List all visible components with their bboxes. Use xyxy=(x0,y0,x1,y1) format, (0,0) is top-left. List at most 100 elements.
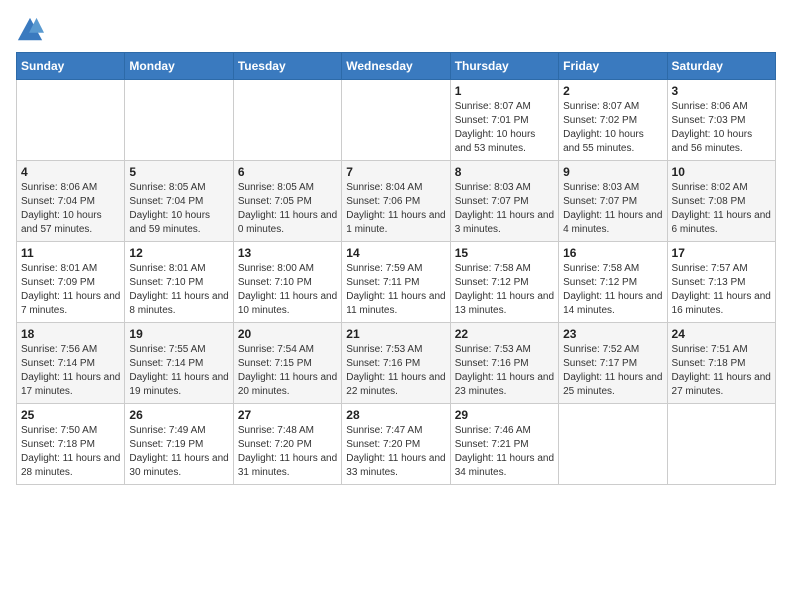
day-info: Sunrise: 7:53 AMSunset: 7:16 PMDaylight:… xyxy=(346,343,445,399)
day-number: 28 xyxy=(346,408,445,422)
weekday-header-wednesday: Wednesday xyxy=(342,53,450,80)
day-info: Sunrise: 7:51 AMSunset: 7:18 PMDaylight:… xyxy=(672,343,771,399)
calendar-week-row: 18 Sunrise: 7:56 AMSunset: 7:14 PMDayligh… xyxy=(17,323,776,404)
day-number: 18 xyxy=(21,327,120,341)
day-number: 4 xyxy=(21,165,120,179)
calendar-cell xyxy=(233,80,341,161)
day-info: Sunrise: 8:01 AMSunset: 7:09 PMDaylight:… xyxy=(21,262,120,318)
day-info: Sunrise: 7:47 AMSunset: 7:20 PMDaylight:… xyxy=(346,424,445,480)
day-info: Sunrise: 8:05 AMSunset: 7:04 PMDaylight:… xyxy=(129,181,228,237)
day-info: Sunrise: 8:06 AMSunset: 7:03 PMDaylight:… xyxy=(672,100,771,156)
day-info: Sunrise: 7:48 AMSunset: 7:20 PMDaylight:… xyxy=(238,424,337,480)
calendar-cell: 14 Sunrise: 7:59 AMSunset: 7:11 PMDayligh… xyxy=(342,242,450,323)
day-info: Sunrise: 7:59 AMSunset: 7:11 PMDaylight:… xyxy=(346,262,445,318)
day-number: 13 xyxy=(238,246,337,260)
day-number: 8 xyxy=(455,165,554,179)
day-number: 29 xyxy=(455,408,554,422)
logo xyxy=(16,16,48,44)
day-info: Sunrise: 7:54 AMSunset: 7:15 PMDaylight:… xyxy=(238,343,337,399)
weekday-header-friday: Friday xyxy=(559,53,667,80)
calendar-cell: 7 Sunrise: 8:04 AMSunset: 7:06 PMDaylight… xyxy=(342,161,450,242)
day-info: Sunrise: 8:07 AMSunset: 7:02 PMDaylight:… xyxy=(563,100,662,156)
day-info: Sunrise: 8:05 AMSunset: 7:05 PMDaylight:… xyxy=(238,181,337,237)
day-number: 12 xyxy=(129,246,228,260)
calendar-cell: 21 Sunrise: 7:53 AMSunset: 7:16 PMDayligh… xyxy=(342,323,450,404)
day-info: Sunrise: 7:49 AMSunset: 7:19 PMDaylight:… xyxy=(129,424,228,480)
calendar-cell: 1 Sunrise: 8:07 AMSunset: 7:01 PMDaylight… xyxy=(450,80,558,161)
day-number: 1 xyxy=(455,84,554,98)
weekday-header-tuesday: Tuesday xyxy=(233,53,341,80)
calendar-cell xyxy=(125,80,233,161)
weekday-header-monday: Monday xyxy=(125,53,233,80)
calendar-cell: 4 Sunrise: 8:06 AMSunset: 7:04 PMDaylight… xyxy=(17,161,125,242)
day-info: Sunrise: 8:04 AMSunset: 7:06 PMDaylight:… xyxy=(346,181,445,237)
calendar-cell xyxy=(667,404,775,485)
day-info: Sunrise: 8:03 AMSunset: 7:07 PMDaylight:… xyxy=(563,181,662,237)
day-number: 9 xyxy=(563,165,662,179)
calendar-cell: 13 Sunrise: 8:00 AMSunset: 7:10 PMDayligh… xyxy=(233,242,341,323)
day-number: 11 xyxy=(21,246,120,260)
day-number: 6 xyxy=(238,165,337,179)
calendar-cell: 6 Sunrise: 8:05 AMSunset: 7:05 PMDaylight… xyxy=(233,161,341,242)
calendar-cell xyxy=(17,80,125,161)
weekday-header-thursday: Thursday xyxy=(450,53,558,80)
calendar-cell: 3 Sunrise: 8:06 AMSunset: 7:03 PMDaylight… xyxy=(667,80,775,161)
calendar-cell: 9 Sunrise: 8:03 AMSunset: 7:07 PMDaylight… xyxy=(559,161,667,242)
day-number: 26 xyxy=(129,408,228,422)
calendar-cell: 22Sunrise: 7:53 AMSunset: 7:16 PMDayligh… xyxy=(450,323,558,404)
day-number: 21 xyxy=(346,327,445,341)
calendar-week-row: 4 Sunrise: 8:06 AMSunset: 7:04 PMDaylight… xyxy=(17,161,776,242)
calendar-cell: 12 Sunrise: 8:01 AMSunset: 7:10 PMDayligh… xyxy=(125,242,233,323)
calendar-cell: 10 Sunrise: 8:02 AMSunset: 7:08 PMDayligh… xyxy=(667,161,775,242)
day-number: 23 xyxy=(563,327,662,341)
calendar-cell: 25 Sunrise: 7:50 AMSunset: 7:18 PMDayligh… xyxy=(17,404,125,485)
day-info: Sunrise: 7:50 AMSunset: 7:18 PMDaylight:… xyxy=(21,424,120,480)
day-number: 7 xyxy=(346,165,445,179)
day-info: Sunrise: 8:02 AMSunset: 7:08 PMDaylight:… xyxy=(672,181,771,237)
day-number: 3 xyxy=(672,84,771,98)
calendar-week-row: 1 Sunrise: 8:07 AMSunset: 7:01 PMDaylight… xyxy=(17,80,776,161)
day-info: Sunrise: 7:58 AMSunset: 7:12 PMDaylight:… xyxy=(563,262,662,318)
day-number: 14 xyxy=(346,246,445,260)
calendar-header-row: SundayMondayTuesdayWednesdayThursdayFrid… xyxy=(17,53,776,80)
day-number: 17 xyxy=(672,246,771,260)
day-info: Sunrise: 7:52 AMSunset: 7:17 PMDaylight:… xyxy=(563,343,662,399)
day-number: 19 xyxy=(129,327,228,341)
day-info: Sunrise: 7:55 AMSunset: 7:14 PMDaylight:… xyxy=(129,343,228,399)
day-info: Sunrise: 7:57 AMSunset: 7:13 PMDaylight:… xyxy=(672,262,771,318)
calendar-cell: 5 Sunrise: 8:05 AMSunset: 7:04 PMDaylight… xyxy=(125,161,233,242)
weekday-header-sunday: Sunday xyxy=(17,53,125,80)
day-info: Sunrise: 8:07 AMSunset: 7:01 PMDaylight:… xyxy=(455,100,554,156)
logo-icon xyxy=(16,16,44,44)
calendar-cell: 23 Sunrise: 7:52 AMSunset: 7:17 PMDayligh… xyxy=(559,323,667,404)
calendar-cell xyxy=(342,80,450,161)
calendar-cell: 18 Sunrise: 7:56 AMSunset: 7:14 PMDayligh… xyxy=(17,323,125,404)
calendar-cell: 11 Sunrise: 8:01 AMSunset: 7:09 PMDayligh… xyxy=(17,242,125,323)
day-number: 2 xyxy=(563,84,662,98)
calendar-cell: 8 Sunrise: 8:03 AMSunset: 7:07 PMDaylight… xyxy=(450,161,558,242)
day-number: 10 xyxy=(672,165,771,179)
day-number: 15 xyxy=(455,246,554,260)
calendar-table: SundayMondayTuesdayWednesdayThursdayFrid… xyxy=(16,52,776,485)
calendar-cell: 27Sunrise: 7:48 AMSunset: 7:20 PMDayligh… xyxy=(233,404,341,485)
day-info: Sunrise: 7:58 AMSunset: 7:12 PMDaylight:… xyxy=(455,262,554,318)
day-number: 24 xyxy=(672,327,771,341)
day-info: Sunrise: 8:00 AMSunset: 7:10 PMDaylight:… xyxy=(238,262,337,318)
calendar-cell: 15 Sunrise: 7:58 AMSunset: 7:12 PMDayligh… xyxy=(450,242,558,323)
header xyxy=(16,16,776,44)
calendar-cell: 26 Sunrise: 7:49 AMSunset: 7:19 PMDayligh… xyxy=(125,404,233,485)
calendar-cell: 29Sunrise: 7:46 AMSunset: 7:21 PMDayligh… xyxy=(450,404,558,485)
calendar-cell: 19 Sunrise: 7:55 AMSunset: 7:14 PMDayligh… xyxy=(125,323,233,404)
day-info: Sunrise: 8:03 AMSunset: 7:07 PMDaylight:… xyxy=(455,181,554,237)
day-info: Sunrise: 7:56 AMSunset: 7:14 PMDaylight:… xyxy=(21,343,120,399)
day-info: Sunrise: 8:01 AMSunset: 7:10 PMDaylight:… xyxy=(129,262,228,318)
calendar-cell: 28 Sunrise: 7:47 AMSunset: 7:20 PMDayligh… xyxy=(342,404,450,485)
calendar-cell xyxy=(559,404,667,485)
day-number: 5 xyxy=(129,165,228,179)
day-info: Sunrise: 8:06 AMSunset: 7:04 PMDaylight:… xyxy=(21,181,120,237)
day-number: 20 xyxy=(238,327,337,341)
calendar-cell: 16Sunrise: 7:58 AMSunset: 7:12 PMDayligh… xyxy=(559,242,667,323)
weekday-header-saturday: Saturday xyxy=(667,53,775,80)
day-number: 22 xyxy=(455,327,554,341)
day-number: 25 xyxy=(21,408,120,422)
